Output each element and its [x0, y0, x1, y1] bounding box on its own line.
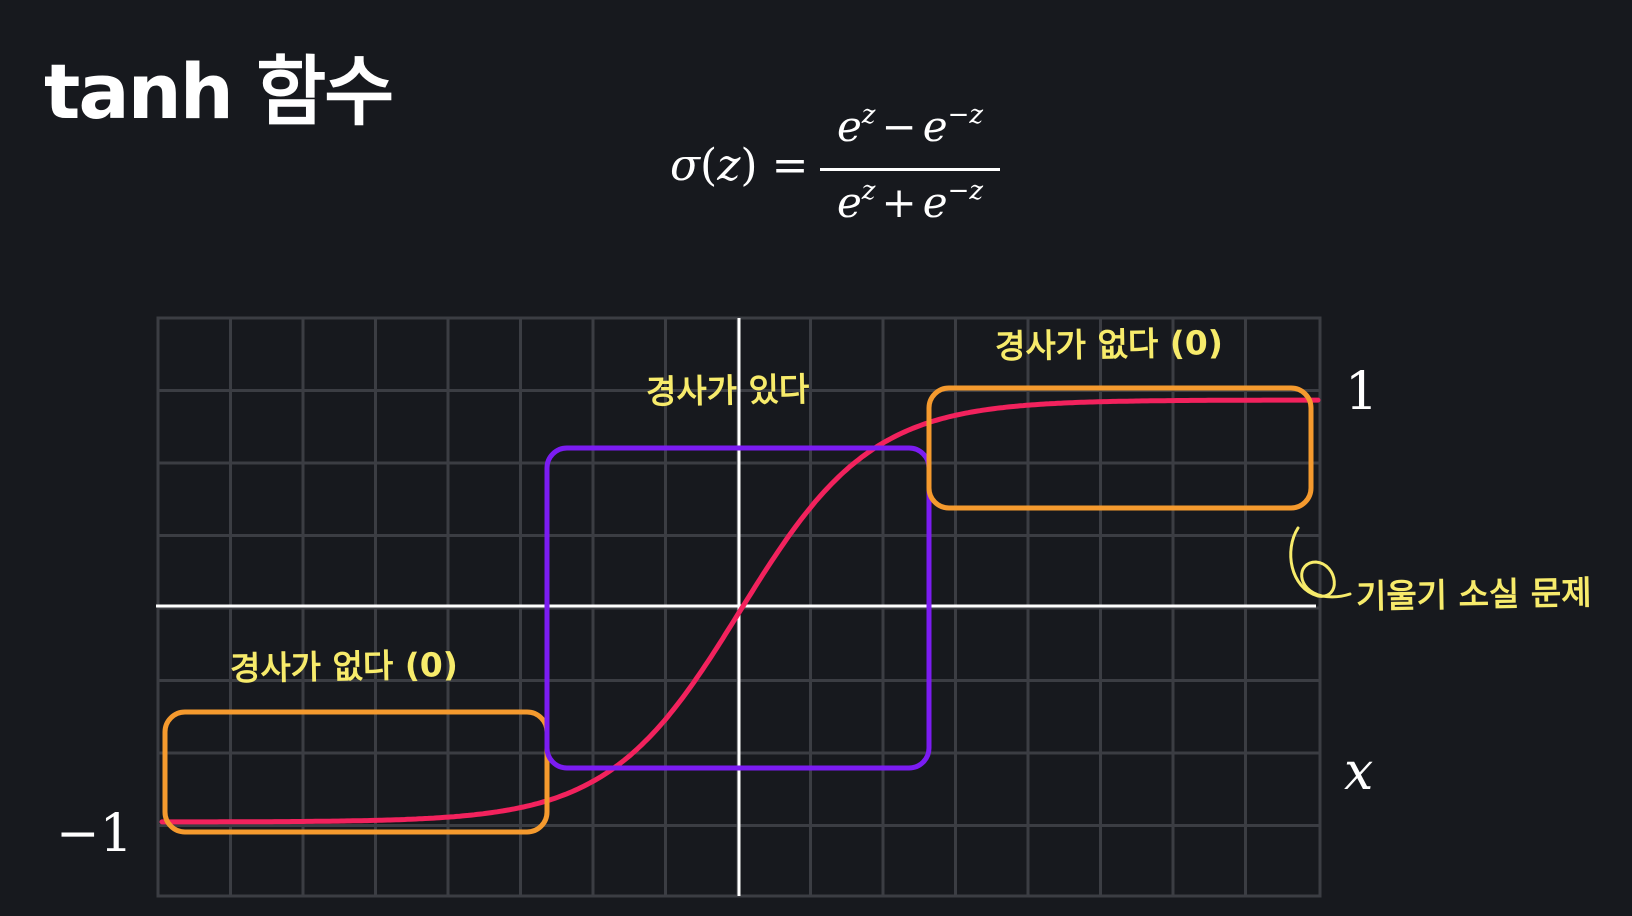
annotation-vanishing-gradient: 기울기 소실 문제: [1355, 572, 1592, 617]
x-axis-label: x: [1344, 742, 1374, 802]
annotation-no-slope-left: 경사가 없다 (0): [229, 645, 459, 688]
tanh-graph: [156, 316, 1352, 898]
flat-region-box-right: [926, 385, 1314, 511]
y-max-label: 1: [1345, 362, 1379, 422]
annotation-no-slope-right: 경사가 없다 (0): [994, 323, 1224, 366]
y-min-label: −1: [56, 804, 133, 864]
annotation-has-slope: 경사가 있다: [645, 369, 810, 412]
slide: tanh 함수 σ(z) = ez − e−z ez + e−z 1 x −1 경사가 없…: [0, 0, 1632, 916]
